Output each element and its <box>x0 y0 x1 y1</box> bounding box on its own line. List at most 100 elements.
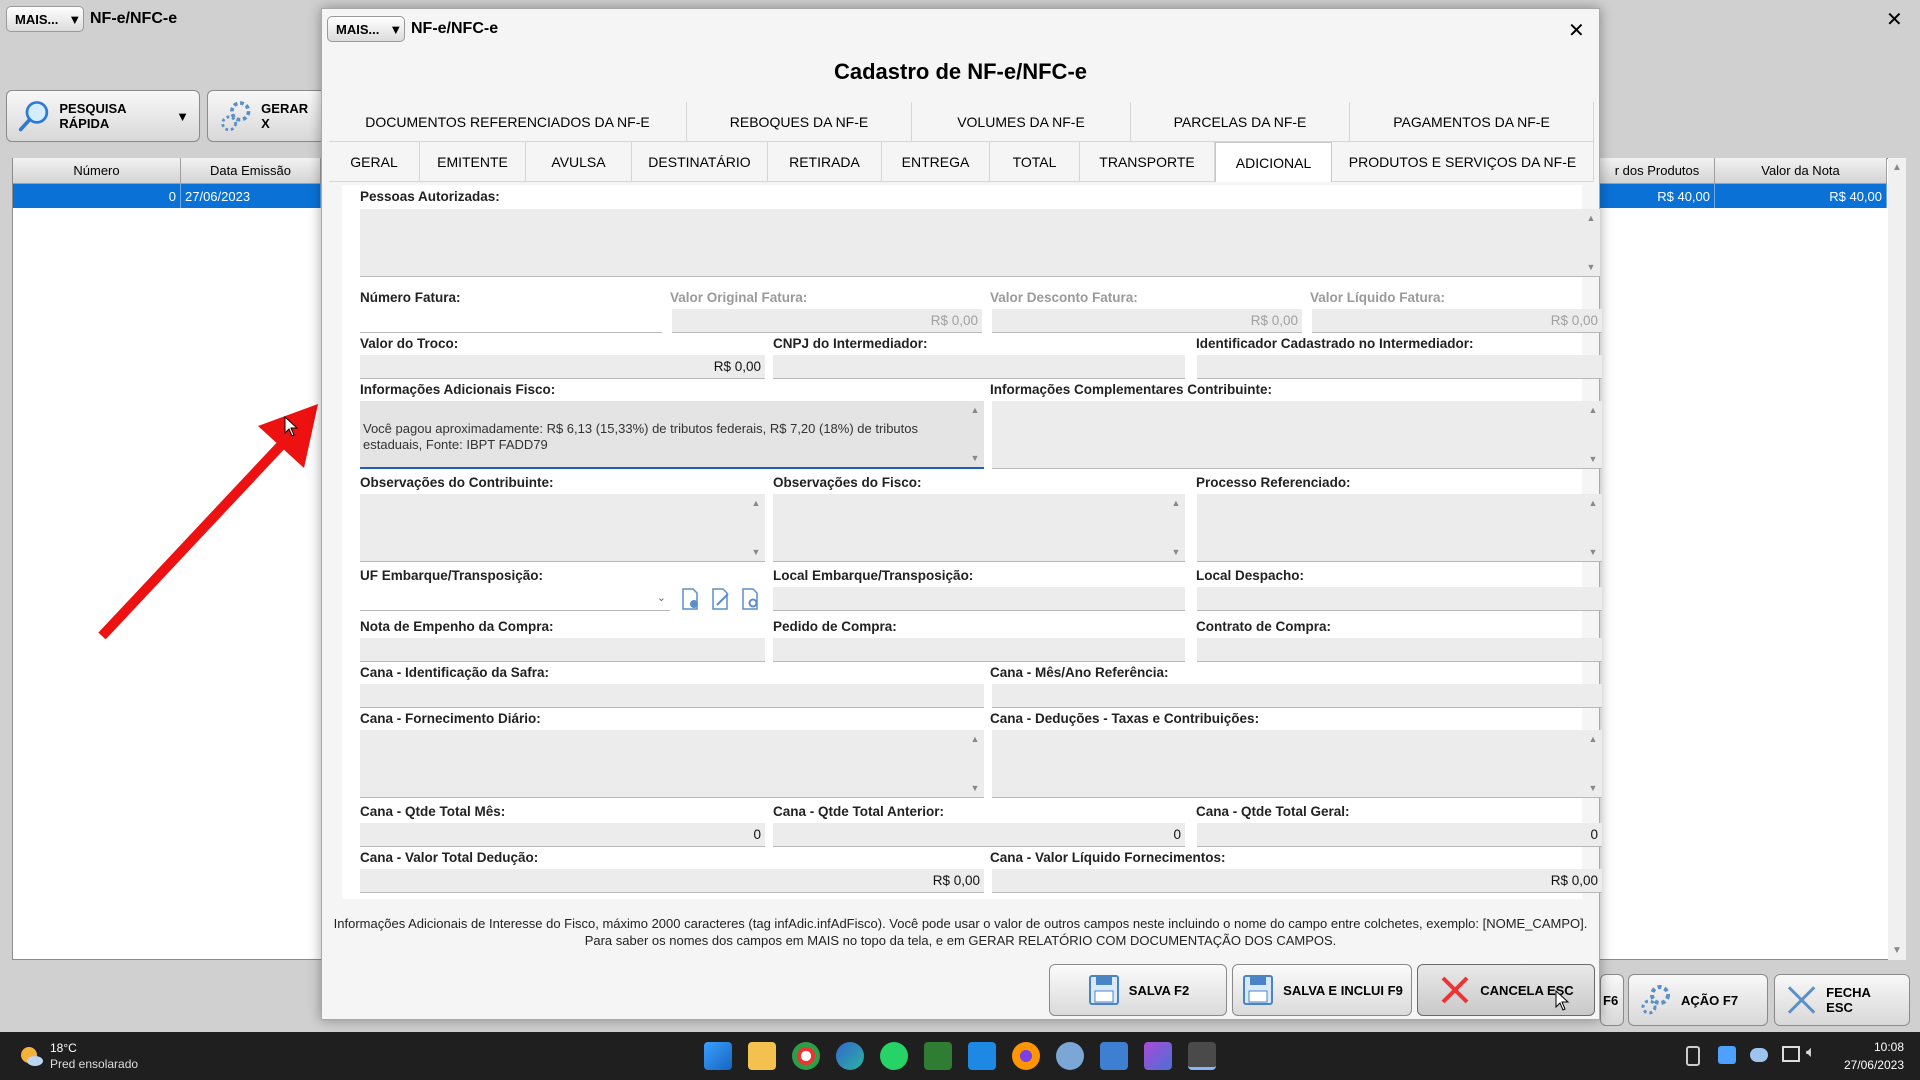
grid-scrollbar[interactable]: ▲ ▼ <box>1888 158 1906 960</box>
identificador-intermediador-field[interactable] <box>1197 355 1602 379</box>
tab-pagamentos[interactable]: PAGAMENTOS DA NF-E <box>1350 102 1594 142</box>
cana-deducoes-memo[interactable]: ▲ ▼ <box>992 730 1602 798</box>
cana-safra-field[interactable] <box>360 684 984 708</box>
memo-scrollbar[interactable]: ▲ ▼ <box>1586 498 1600 557</box>
column-header-numero[interactable]: Número <box>13 158 181 184</box>
partial-f6-button[interactable]: F6 <box>1600 974 1624 1026</box>
nota-empenho-field[interactable] <box>360 638 765 662</box>
scroll-up-icon[interactable]: ▲ <box>971 734 980 744</box>
obs-fisco-memo[interactable]: ▲ ▼ <box>773 494 1185 562</box>
dialog-mais-button[interactable]: MAIS... ▼ <box>327 16 405 42</box>
fecha-button[interactable]: FECHA ESC <box>1774 974 1910 1026</box>
scroll-up-icon[interactable]: ▲ <box>1589 734 1598 744</box>
memo-scrollbar[interactable]: ▲ ▼ <box>968 734 982 793</box>
cana-valor-liquido-field[interactable]: R$ 0,00 <box>992 869 1602 893</box>
chrome-icon[interactable] <box>792 1042 820 1070</box>
mail-icon[interactable] <box>968 1042 996 1070</box>
info-adicionais-fisco-memo[interactable]: Você pagou aproximadamente: R$ 6,13 (15,… <box>360 401 984 469</box>
bg-mais-button[interactable]: MAIS... ▼ <box>6 6 84 32</box>
memo-scrollbar[interactable]: ▲ ▼ <box>1584 213 1598 272</box>
tab-transporte[interactable]: TRANSPORTE <box>1080 142 1215 182</box>
chevron-down-icon[interactable]: ⌄ <box>657 591 666 604</box>
column-header-valor-produtos[interactable]: r dos Produtos <box>1600 158 1715 184</box>
cana-qtde-geral-field[interactable]: 0 <box>1197 823 1602 847</box>
notepad-icon[interactable] <box>1100 1042 1128 1070</box>
tab-emitente[interactable]: EMITENTE <box>420 142 526 182</box>
numero-fatura-field[interactable] <box>360 309 662 333</box>
tab-adicional[interactable]: ADICIONAL <box>1215 142 1332 182</box>
usb-device-icon[interactable] <box>1686 1046 1700 1066</box>
table-row-data[interactable]: 27/06/2023 <box>181 184 321 208</box>
contrato-compra-field[interactable] <box>1197 638 1602 662</box>
edge-icon[interactable] <box>836 1042 864 1070</box>
scroll-up-icon[interactable]: ▲ <box>1589 405 1598 415</box>
scroll-down-icon[interactable]: ▼ <box>971 783 980 793</box>
tab-documentos-referenciados[interactable]: DOCUMENTOS REFERENCIADOS DA NF-E <box>329 102 687 142</box>
scroll-up-icon[interactable]: ▲ <box>1888 162 1906 173</box>
tab-total[interactable]: TOTAL <box>990 142 1080 182</box>
local-despacho-field[interactable] <box>1197 587 1602 611</box>
column-header-valor-nota[interactable]: Valor da Nota <box>1715 158 1887 184</box>
scroll-down-icon[interactable]: ▼ <box>1589 547 1598 557</box>
bg-close-icon[interactable]: ✕ <box>1886 10 1903 30</box>
cloud-icon[interactable] <box>1750 1048 1768 1062</box>
valor-troco-field[interactable]: R$ 0,00 <box>360 355 765 379</box>
whatsapp-icon[interactable] <box>880 1042 908 1070</box>
speaker-icon[interactable]: 🔈︎ <box>1806 1044 1816 1062</box>
scroll-down-icon[interactable]: ▼ <box>1589 454 1598 464</box>
cana-fornecimento-memo[interactable]: ▲ ▼ <box>360 730 984 798</box>
scroll-up-icon[interactable]: ▲ <box>971 405 980 415</box>
scroll-up-icon[interactable]: ▲ <box>1587 213 1596 223</box>
scroll-up-icon[interactable]: ▲ <box>1589 498 1598 508</box>
tab-geral[interactable]: GERAL <box>329 142 420 182</box>
firefox-icon[interactable] <box>1012 1042 1040 1070</box>
scroll-down-icon[interactable]: ▼ <box>971 453 980 463</box>
obs-contribuinte-memo[interactable]: ▲ ▼ <box>360 494 765 562</box>
search-document-icon[interactable] <box>738 587 762 611</box>
pessoas-autorizadas-memo[interactable]: ▲ ▼ <box>360 209 1600 277</box>
settings-gear-icon[interactable] <box>1056 1042 1084 1070</box>
salva-button[interactable]: SALVA F2 <box>1049 964 1227 1016</box>
cana-valor-deducao-field[interactable]: R$ 0,00 <box>360 869 984 893</box>
tab-entrega[interactable]: ENTREGA <box>882 142 990 182</box>
scroll-down-icon[interactable]: ▼ <box>1589 783 1598 793</box>
chevron-down-icon[interactable]: ▼ <box>176 109 189 124</box>
cana-qtde-mes-field[interactable]: 0 <box>360 823 765 847</box>
memo-scrollbar[interactable]: ▲ ▼ <box>1586 734 1600 793</box>
column-header-data-emissao[interactable]: Data Emissão <box>181 158 321 184</box>
tab-retirada[interactable]: RETIRADA <box>768 142 882 182</box>
video-editor-icon[interactable] <box>1144 1042 1172 1070</box>
tab-parcelas[interactable]: PARCELAS DA NF-E <box>1131 102 1350 142</box>
clock-date[interactable]: 27/06/2023 <box>1826 1058 1904 1072</box>
security-shield-icon[interactable] <box>1718 1046 1736 1064</box>
erp-app-icon[interactable] <box>1188 1042 1216 1070</box>
memo-scrollbar[interactable]: ▲ ▼ <box>1586 405 1600 464</box>
local-embarque-field[interactable] <box>773 587 1185 611</box>
pesquisa-rapida-button[interactable]: PESQUISA RÁPIDA ▼ <box>6 90 200 142</box>
scroll-down-icon[interactable]: ▼ <box>1587 262 1596 272</box>
uf-embarque-select[interactable]: ⌄ <box>360 587 670 611</box>
tab-produtos-servicos[interactable]: PRODUTOS E SERVIÇOS DA NF-E <box>1332 142 1594 182</box>
info-complementares-memo[interactable]: ▲ ▼ <box>992 401 1602 469</box>
cana-mes-ano-field[interactable] <box>992 684 1602 708</box>
add-document-icon[interactable] <box>678 587 702 611</box>
processo-referenciado-memo[interactable]: ▲ ▼ <box>1197 494 1602 562</box>
windows-start-icon[interactable] <box>704 1042 732 1070</box>
scroll-down-icon[interactable]: ▼ <box>1172 547 1181 557</box>
clock-time[interactable]: 10:08 <box>1836 1040 1904 1054</box>
memo-scrollbar[interactable]: ▲ ▼ <box>749 498 763 557</box>
dialog-close-icon[interactable]: ✕ <box>1568 21 1585 41</box>
tab-avulsa[interactable]: AVULSA <box>526 142 632 182</box>
memo-scrollbar[interactable]: ▲ ▼ <box>968 405 982 463</box>
tab-volumes[interactable]: VOLUMES DA NF-E <box>912 102 1131 142</box>
pedido-compra-field[interactable] <box>773 638 1185 662</box>
table-row-valor-produtos[interactable]: R$ 40,00 <box>1600 184 1715 208</box>
file-explorer-icon[interactable] <box>748 1042 776 1070</box>
tab-reboques[interactable]: REBOQUES DA NF-E <box>687 102 912 142</box>
table-row-numero[interactable]: 0 <box>13 184 181 208</box>
memo-scrollbar[interactable]: ▲ ▼ <box>1169 498 1183 557</box>
table-row-valor-nota[interactable]: R$ 40,00 <box>1715 184 1887 208</box>
spreadsheet-icon[interactable] <box>924 1042 952 1070</box>
weather-sun-icon[interactable] <box>18 1044 44 1068</box>
cana-qtde-anterior-field[interactable]: 0 <box>773 823 1185 847</box>
